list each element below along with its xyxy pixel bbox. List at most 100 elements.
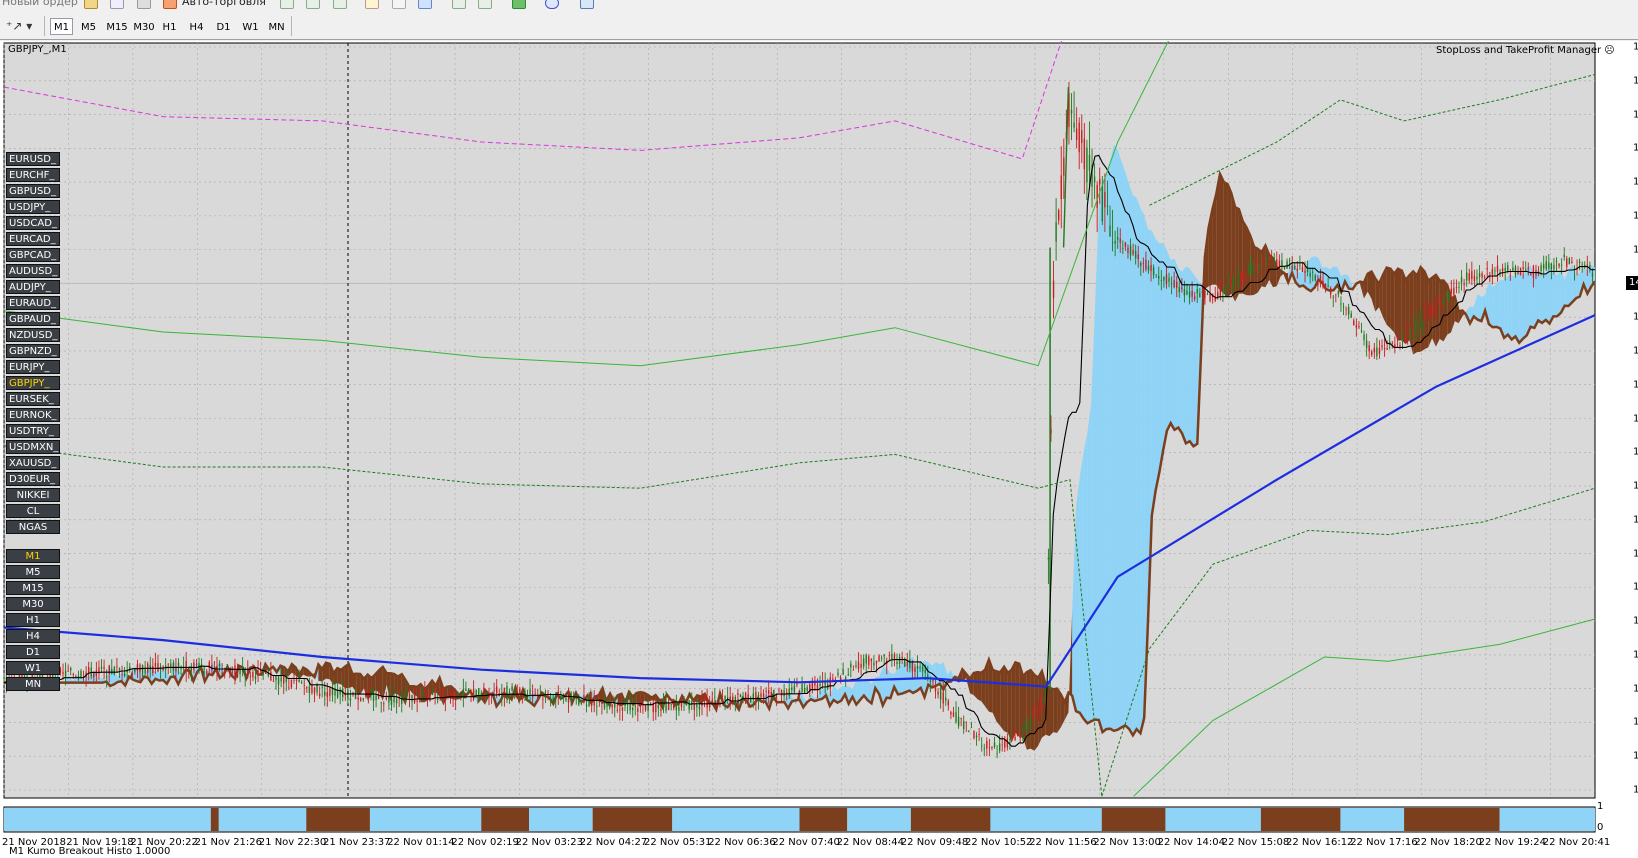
symbol-button-usdtry[interactable]: USDTRY_	[6, 424, 60, 438]
period-button-m5[interactable]: M5	[77, 18, 100, 35]
candle-body	[1268, 263, 1270, 266]
candle-body	[837, 672, 839, 675]
timeframe-button-mn[interactable]: MN	[6, 677, 60, 691]
candle-body	[583, 695, 585, 698]
timeframe-button-h1[interactable]: H1	[6, 613, 60, 627]
time-tick-label: 21 Nov 2018	[2, 837, 67, 848]
new-order-button[interactable]: Новый ордер	[2, 0, 78, 8]
symbol-button-ngas[interactable]: NGAS	[6, 520, 60, 534]
timeframe-button-m15[interactable]: M15	[6, 581, 60, 595]
symbol-button-audjpy[interactable]: AUDJPY_	[6, 280, 60, 294]
candle-body	[1063, 157, 1065, 176]
period-button-m1[interactable]: M1	[50, 18, 73, 35]
symbol-button-eurjpy[interactable]: EURJPY_	[6, 360, 60, 374]
templates-icon[interactable]	[580, 0, 594, 9]
timeframe-button-m1[interactable]: M1	[6, 549, 60, 563]
symbol-button-gbpcad[interactable]: GBPCAD_	[6, 248, 60, 262]
candle-body	[1450, 288, 1452, 294]
kumo-cloud-segment	[1526, 265, 1531, 336]
candle-body	[454, 699, 457, 701]
symbol-button-usdcad[interactable]: USDCAD_	[6, 216, 60, 230]
market-watch-icon[interactable]	[84, 0, 98, 9]
candle-body	[596, 706, 598, 708]
symbol-button-audusd[interactable]: AUDUSD_	[6, 264, 60, 278]
time-tick-label: 21 Nov 21:26	[194, 837, 263, 848]
timeframe-button-d1[interactable]: D1	[6, 645, 60, 659]
candle-body	[1409, 335, 1411, 339]
candle-body	[1442, 298, 1445, 304]
price-tick-label: 145.735	[1633, 142, 1638, 154]
symbol-button-gbpjpy[interactable]: GBPJPY_	[6, 376, 60, 390]
period-button-m30[interactable]: M30	[131, 18, 157, 35]
period-button-d1[interactable]: D1	[212, 18, 235, 35]
price-tick-label: 145.575	[1633, 210, 1638, 222]
zoom-in-icon[interactable]	[365, 0, 379, 9]
candle-body	[883, 654, 885, 657]
autotrading-icon[interactable]	[163, 0, 177, 9]
symbol-button-eurchf[interactable]: EURCHF_	[6, 168, 60, 182]
histogram-bar	[1165, 808, 1261, 831]
candle-body	[1219, 287, 1222, 297]
candle-body	[313, 687, 316, 694]
symbol-button-d30eur[interactable]: D30EUR_	[6, 472, 60, 486]
autoscroll-icon[interactable]	[478, 0, 492, 9]
sl-tp-manager-label[interactable]: StopLoss and TakeProfit Manager ☹	[1436, 45, 1615, 56]
candle-body	[770, 691, 772, 698]
price-tick-label: 145.495	[1633, 244, 1638, 256]
symbol-button-usdjpy[interactable]: USDJPY_	[6, 200, 60, 214]
timeframe-button-m30[interactable]: M30	[6, 597, 60, 611]
candle-body	[637, 708, 639, 712]
candle-body	[67, 670, 69, 672]
bar-chart-icon[interactable]	[280, 0, 294, 9]
symbol-button-nzdusd[interactable]: NZDUSD_	[6, 328, 60, 342]
period-button-mn[interactable]: MN	[265, 18, 288, 35]
indicators-icon[interactable]	[512, 0, 526, 9]
candle-body	[493, 689, 495, 691]
candle-body	[1589, 264, 1591, 268]
symbol-button-xauusd[interactable]: XAUUSD_	[6, 456, 60, 470]
chart-shift-icon[interactable]	[452, 0, 466, 9]
symbol-button-gbpusd[interactable]: GBPUSD_	[6, 184, 60, 198]
price-chart[interactable]	[0, 41, 1638, 858]
symbol-button-gbpaud[interactable]: GBPAUD_	[6, 312, 60, 326]
period-toolbar: ⁺↗ ▾ M1 M5 M15 M30 H1 H4 D1 W1 MN	[0, 12, 1638, 40]
candle-body	[1011, 735, 1014, 738]
chart-window[interactable]: GBPJPY_,M1 StopLoss and TakeProfit Manag…	[0, 41, 1638, 858]
hand-icon[interactable]	[137, 0, 151, 9]
symbol-button-eurcad[interactable]: EURCAD_	[6, 232, 60, 246]
period-button-h4[interactable]: H4	[185, 18, 208, 35]
symbol-button-eurusd[interactable]: EURUSD_	[6, 152, 60, 166]
candle-body	[1489, 276, 1491, 278]
symbol-button-nikkei[interactable]: NIKKEI	[6, 488, 60, 502]
candle-body	[359, 698, 362, 701]
zoom-out-icon[interactable]	[392, 0, 406, 9]
symbol-button-eursek[interactable]: EURSEK_	[6, 392, 60, 406]
symbol-button-cl[interactable]: CL	[6, 504, 60, 518]
line-chart-icon[interactable]	[333, 0, 347, 9]
cloud-icon[interactable]	[110, 0, 124, 9]
candle-body	[1455, 287, 1458, 289]
kumo-cloud-segment	[1390, 268, 1395, 333]
period-button-h1[interactable]: H1	[158, 18, 181, 35]
period-button-w1[interactable]: W1	[239, 18, 262, 35]
candle-body	[1578, 261, 1581, 263]
candle-chart-icon[interactable]	[306, 0, 320, 9]
autotrading-button[interactable]: Авто-торговля	[182, 0, 266, 8]
period-button-m15[interactable]: M15	[104, 18, 130, 35]
symbol-button-eurnok[interactable]: EURNOK_	[6, 408, 60, 422]
periodicity-icon[interactable]	[545, 0, 559, 9]
tile-windows-icon[interactable]	[418, 0, 432, 9]
candle-body	[549, 698, 552, 701]
candle-body	[1134, 250, 1137, 259]
timeframe-button-m5[interactable]: M5	[6, 565, 60, 579]
symbol-button-usdmxn[interactable]: USDMXN_	[6, 440, 60, 454]
symbol-button-euraud[interactable]: EURAUD_	[6, 296, 60, 310]
candle-body	[572, 694, 575, 696]
candle-body	[277, 677, 280, 685]
line-studies-dropdown[interactable]: ⁺↗ ▾	[6, 17, 38, 35]
time-tick-label: 22 Nov 06:36	[708, 837, 776, 848]
symbol-button-gbpnzd[interactable]: GBPNZD_	[6, 344, 60, 358]
timeframe-button-h4[interactable]: H4	[6, 629, 60, 643]
timeframe-button-w1[interactable]: W1	[6, 661, 60, 675]
candle-body	[1435, 303, 1437, 311]
